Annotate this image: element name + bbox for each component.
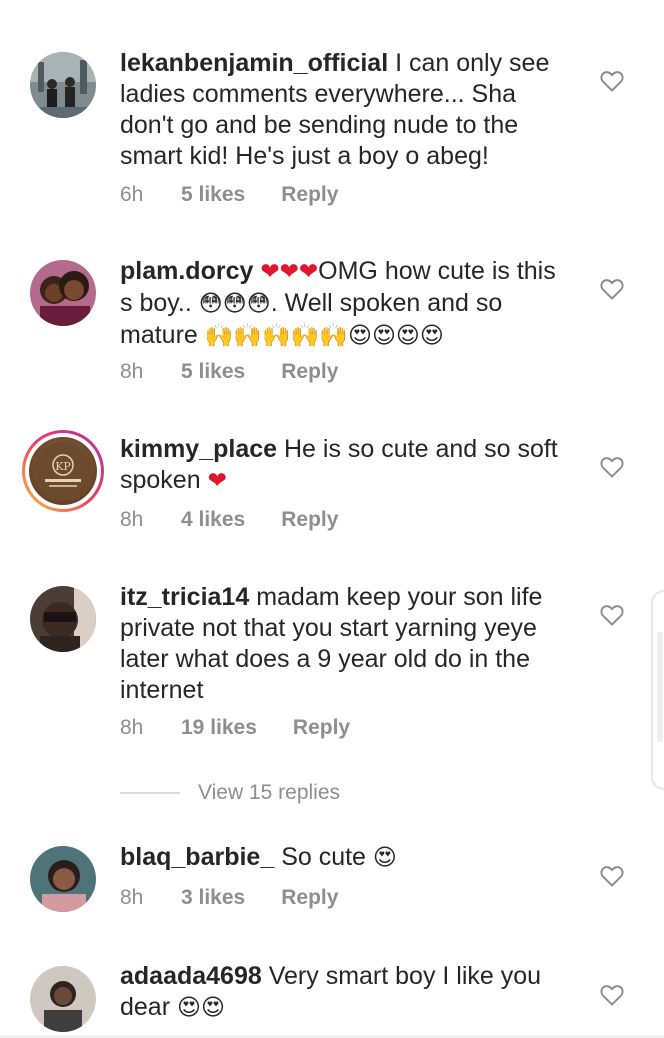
comment-time: 6h bbox=[120, 183, 144, 206]
comment-time: 8h bbox=[120, 886, 144, 909]
comment-likes[interactable]: 19 likes bbox=[181, 716, 257, 740]
reply-button[interactable]: Reply bbox=[281, 508, 338, 532]
avatar[interactable] bbox=[30, 52, 96, 118]
logo-emblem: KP bbox=[34, 442, 92, 500]
comment-time: 8h bbox=[120, 716, 144, 739]
heart-emoji: ❤❤❤ bbox=[260, 259, 319, 285]
comment-text: kimmy_place He is so cute and so soft sp… bbox=[120, 434, 570, 497]
avatar-photo bbox=[30, 260, 96, 326]
heart-eyes-emoji: 😍😍 bbox=[177, 995, 225, 1021]
avatar-photo bbox=[30, 52, 96, 118]
reply-button[interactable]: Reply bbox=[293, 716, 350, 740]
comment-username[interactable]: itz_tricia14 bbox=[120, 583, 249, 611]
heart-outline-icon[interactable] bbox=[600, 604, 624, 626]
heart-outline-icon[interactable] bbox=[600, 456, 624, 478]
comment-time: 8h bbox=[120, 360, 144, 383]
comment-username[interactable]: blaq_barbie_ bbox=[120, 843, 274, 871]
comments-feed: lekanbenjamin_official I can only see la… bbox=[0, 0, 664, 1038]
comment-username[interactable]: lekanbenjamin_official bbox=[120, 49, 388, 77]
view-replies-button[interactable]: View 15 replies bbox=[120, 778, 340, 808]
avatar-photo bbox=[30, 586, 96, 652]
comment-time: 8h bbox=[120, 508, 144, 531]
comment-meta: 8h 4 likes Reply bbox=[120, 505, 338, 535]
comment-likes[interactable]: 5 likes bbox=[181, 183, 245, 207]
comment-likes[interactable]: 3 likes bbox=[181, 886, 245, 910]
comment-meta: 6h 5 likes Reply bbox=[120, 180, 338, 210]
heart-emoji: ❤ bbox=[207, 468, 227, 494]
comment-item: adaada4698 Very smart boy I like you dea… bbox=[0, 950, 664, 1038]
heart-eyes-emoji: 😍😍😍😍 bbox=[347, 323, 444, 349]
raised-hands-emoji: 🙌🙌🙌🙌🙌 bbox=[204, 323, 348, 349]
comment-item: lekanbenjamin_official I can only see la… bbox=[0, 0, 664, 230]
comment-username[interactable]: kimmy_place bbox=[120, 435, 277, 463]
comment-text: plam.dorcy ❤❤❤OMG how cute is this s boy… bbox=[120, 256, 570, 352]
comment-text: adaada4698 Very smart boy I like you dea… bbox=[120, 961, 570, 1024]
comment-text: lekanbenjamin_official I can only see la… bbox=[120, 48, 570, 172]
comment-meta: 8h 3 likes Reply bbox=[120, 883, 338, 913]
heart-outline-icon[interactable] bbox=[600, 278, 624, 300]
avatar[interactable] bbox=[30, 586, 96, 652]
reply-button[interactable]: Reply bbox=[281, 183, 338, 207]
comment-likes[interactable]: 5 likes bbox=[181, 360, 245, 384]
comment-meta: 8h 5 likes Reply bbox=[120, 357, 338, 387]
svg-text:KP: KP bbox=[55, 460, 71, 473]
heart-outline-icon[interactable] bbox=[600, 865, 624, 887]
comment-text: blaq_barbie_ So cute 😍 bbox=[120, 842, 570, 874]
avatar[interactable] bbox=[30, 260, 96, 326]
comment-item: KP kimmy_place He is so cute and so soft… bbox=[0, 410, 664, 570]
edge-overlay-bar bbox=[657, 632, 663, 742]
reply-button[interactable]: Reply bbox=[281, 886, 338, 910]
kimmy-place-logo: KP bbox=[29, 437, 97, 505]
comment-item: blaq_barbie_ So cute 😍 8h 3 likes Reply bbox=[0, 830, 664, 950]
comment-username[interactable]: adaada4698 bbox=[120, 962, 262, 990]
comment-username[interactable]: plam.dorcy bbox=[120, 257, 253, 285]
comment-item: plam.dorcy ❤❤❤OMG how cute is this s boy… bbox=[0, 230, 664, 410]
heart-outline-icon[interactable] bbox=[600, 70, 624, 92]
edge-overlay-tab[interactable] bbox=[651, 590, 664, 790]
avatar-story-ring[interactable]: KP bbox=[22, 430, 104, 512]
flushed-emoji: 😳😳😳 bbox=[198, 291, 271, 317]
avatar[interactable] bbox=[30, 966, 96, 1032]
heart-eyes-emoji: 😍 bbox=[372, 845, 397, 871]
comment-body: So cute bbox=[281, 843, 366, 871]
avatar[interactable] bbox=[30, 846, 96, 912]
comment-likes[interactable]: 4 likes bbox=[181, 508, 245, 532]
view-replies-label: View 15 replies bbox=[198, 781, 341, 804]
divider-line bbox=[120, 792, 180, 794]
comment-item: itz_tricia14 madam keep your son life pr… bbox=[0, 570, 664, 770]
heart-outline-icon[interactable] bbox=[600, 984, 624, 1006]
comment-meta: 8h 19 likes Reply bbox=[120, 713, 350, 743]
avatar-photo bbox=[30, 846, 96, 912]
avatar-photo bbox=[30, 966, 96, 1032]
reply-button[interactable]: Reply bbox=[281, 360, 338, 384]
comment-text: itz_tricia14 madam keep your son life pr… bbox=[120, 582, 570, 706]
avatar-inner: KP bbox=[25, 433, 101, 509]
